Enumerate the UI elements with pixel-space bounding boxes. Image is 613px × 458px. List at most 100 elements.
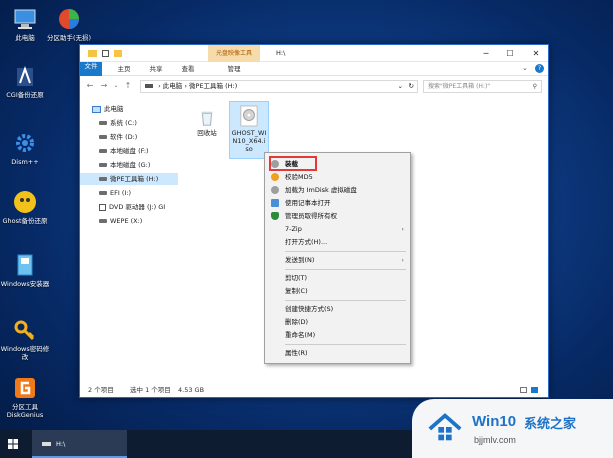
menu-item-rename[interactable]: 重命名(M) (265, 329, 410, 341)
sidebar-item-label: DVD 驱动器 (J:) GI (109, 203, 166, 211)
diskgenius-icon (15, 378, 35, 398)
menu-item-label: 管理员取得所有权 (285, 212, 337, 220)
file-item-iso[interactable]: GHOST_WIN10_X64.iso (229, 101, 269, 159)
menu-item-label: 发送到(N) (285, 256, 315, 264)
quick-access-folder-icon[interactable] (114, 50, 122, 57)
key-icon (14, 320, 35, 341)
desktop-icon-ghost[interactable]: Ghost备份还原 (0, 189, 51, 225)
search-input[interactable]: 搜索"微PE工具箱 (H:)" ⚲ (423, 80, 542, 93)
sidebar-item-d[interactable]: 软件 (D:) (80, 131, 178, 143)
watermark: Win10 系统之家 bjjmlv.com (412, 399, 613, 458)
sidebar-item-f[interactable]: 本地磁盘 (F:) (80, 145, 178, 157)
desktop-icon-diskgenius[interactable]: 分区工具DiskGenius (0, 375, 51, 419)
drive-icon (99, 191, 107, 195)
sidebar-item-label: EFI (I:) (110, 189, 132, 197)
quick-access-save-icon[interactable] (102, 50, 109, 57)
minimize-button[interactable]: ─ (474, 45, 498, 62)
menu-item-open-with[interactable]: 打开方式(H)... (265, 236, 410, 248)
tab-share[interactable]: 共享 (148, 62, 164, 76)
sidebar-item-label: 本地磁盘 (F:) (110, 147, 149, 155)
sidebar-item-j[interactable]: DVD 驱动器 (J:) GI (80, 201, 178, 213)
drive-icon (99, 135, 107, 139)
tab-manage[interactable]: 管理 (225, 62, 243, 76)
breadcrumb-sep: › (158, 82, 161, 90)
md5-icon (271, 173, 279, 181)
tab-view[interactable]: 查看 (180, 62, 196, 76)
title-bar[interactable]: 光盘映像工具 H:\ ─ ☐ ✕ (80, 45, 548, 62)
dvd-drive-icon (99, 203, 106, 211)
ghost-icon (14, 191, 36, 213)
desktop-icon-label: CGI备份还原 (6, 91, 44, 99)
shield-icon (271, 212, 279, 220)
menu-item-md5[interactable]: 校验MD5 (265, 171, 410, 183)
desktop-icon-partition-assistant[interactable]: 分区助手(无损) (43, 6, 95, 42)
sidebar-item-x[interactable]: WEPE (X:) (80, 215, 178, 227)
desktop-icon-password[interactable]: Windows密码修改 (0, 317, 51, 361)
breadcrumb-this-pc[interactable]: 此电脑 (163, 82, 183, 90)
windows-start-icon[interactable] (8, 439, 18, 449)
window-title: H:\ (276, 49, 286, 57)
details-view-icon[interactable] (520, 387, 527, 393)
menu-item-imdisk[interactable]: 加载为 ImDisk 虚拟磁盘 (265, 184, 410, 196)
tab-file[interactable]: 文件 (80, 62, 102, 76)
forward-button[interactable]: → (98, 77, 110, 95)
up-button[interactable]: ↑ (122, 77, 134, 95)
status-bar: 2 个项目 选中 1 个项目 4.53 GB (80, 383, 548, 397)
drive-icon (99, 177, 107, 181)
sidebar-item-this-pc[interactable]: 此电脑 (80, 103, 178, 115)
large-icons-view-icon[interactable] (531, 387, 538, 393)
sidebar-item-i[interactable]: EFI (I:) (80, 187, 178, 199)
submenu-arrow-icon: › (401, 256, 404, 264)
ribbon-tabs: 文件 主页 共享 查看 管理 ⌄ ? (80, 62, 548, 76)
sidebar-item-h[interactable]: 微PE工具箱 (H:) (80, 173, 178, 185)
menu-item-7zip[interactable]: 7-Zip › (265, 223, 410, 235)
search-icon: ⚲ (532, 83, 537, 90)
menu-separator (285, 251, 406, 252)
menu-item-label: 复制(C) (285, 287, 308, 295)
menu-item-send-to[interactable]: 发送到(N) › (265, 254, 410, 266)
drive-icon (145, 84, 153, 88)
navigation-bar: ← → ⌄ ↑ › 此电脑 › 微PE工具箱 (H:) ⌄ ↻ 搜索"微PE工具… (80, 77, 548, 95)
sidebar-item-g[interactable]: 本地磁盘 (G:) (80, 159, 178, 171)
back-button[interactable]: ← (84, 77, 96, 95)
menu-item-properties[interactable]: 属性(R) (265, 347, 410, 359)
recycle-bin-icon (201, 111, 213, 126)
file-item-recycle-bin[interactable]: 回收站 (190, 107, 224, 143)
watermark-brand: Win10 (472, 413, 517, 430)
sidebar-item-label: 软件 (D:) (110, 133, 138, 141)
desktop-icon-dism[interactable]: Dism++ (0, 130, 51, 166)
status-selected: 选中 1 个项目 (130, 386, 171, 394)
breadcrumb-sep: › (184, 82, 187, 90)
dism-icon (16, 134, 34, 152)
address-dropdown-icon[interactable]: ⌄ (398, 81, 403, 92)
drive-icon (42, 442, 51, 446)
desktop-icon-windows-installer[interactable]: Windows安装器 (0, 252, 51, 288)
menu-item-copy[interactable]: 复制(C) (265, 285, 410, 297)
desktop-icon-label: 分区助手(无损) (46, 34, 92, 42)
desktop-icon-label: Windows密码修改 (0, 345, 50, 361)
help-icon[interactable]: ? (535, 64, 544, 73)
close-button[interactable]: ✕ (522, 45, 550, 62)
desktop-icon-cgi[interactable]: CGI备份还原 (0, 63, 51, 99)
menu-item-delete[interactable]: 删除(D) (265, 316, 410, 328)
ribbon-expand-icon[interactable]: ⌄ (522, 64, 528, 72)
tab-home[interactable]: 主页 (116, 62, 132, 76)
disc-image-icon (240, 105, 258, 127)
maximize-button[interactable]: ☐ (498, 45, 522, 62)
address-bar[interactable]: › 此电脑 › 微PE工具箱 (H:) ⌄ ↻ (140, 80, 418, 93)
drive-icon (99, 219, 107, 223)
recent-dropdown-icon[interactable]: ⌄ (110, 77, 122, 95)
menu-item-notepad[interactable]: 使用记事本打开 (265, 197, 410, 209)
breadcrumb-drive[interactable]: 微PE工具箱 (H:) (189, 82, 237, 90)
sidebar-item-c[interactable]: 系统 (C:) (80, 117, 178, 129)
folder-icon (88, 50, 97, 57)
menu-item-cut[interactable]: 剪切(T) (265, 272, 410, 284)
menu-item-take-ownership[interactable]: 管理员取得所有权 (265, 210, 410, 222)
refresh-icon[interactable]: ↻ (409, 81, 414, 92)
menu-item-mount[interactable]: 装载 (265, 158, 410, 170)
sidebar-item-label: 本地磁盘 (G:) (110, 161, 151, 169)
menu-item-label: 校验MD5 (285, 173, 313, 181)
sidebar-item-label: 系统 (C:) (110, 119, 137, 127)
taskbar-app-explorer[interactable]: H:\ (32, 430, 127, 458)
menu-item-create-shortcut[interactable]: 创建快捷方式(S) (265, 303, 410, 315)
